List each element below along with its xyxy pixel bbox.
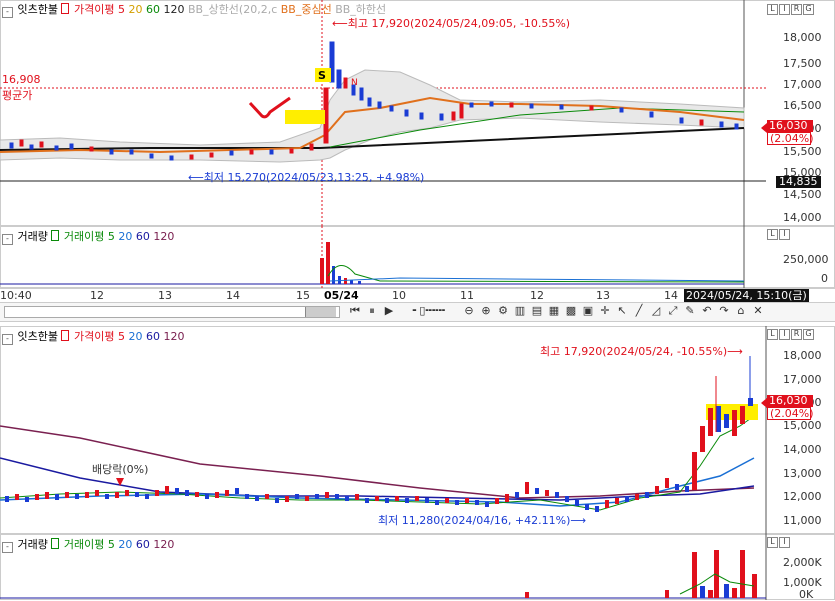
y-tick: 14,500 xyxy=(783,188,822,201)
bottom-low-annotation: 최저 11,280(2024/04/16, +42.11%)⟶ xyxy=(378,514,587,527)
x-tick: 13 xyxy=(596,289,610,302)
select-icon[interactable]: ↖ xyxy=(615,304,629,318)
price-pointer-icon xyxy=(761,398,767,408)
grid-icon[interactable]: ▩ xyxy=(564,304,578,318)
magnet-icon[interactable]: ⌂ xyxy=(734,304,748,318)
x-tick-date: 05/24 xyxy=(324,289,359,302)
n-marker: N xyxy=(351,78,358,88)
y-tick: 0K xyxy=(799,588,814,601)
top-price-axis: 18,000 17,500 17,000 16,500 16,000 15,50… xyxy=(769,0,835,226)
y-tick: 0 xyxy=(821,272,828,285)
toolbar-icons: ⏮ ⏸ ▶ ╸▯╍╍╍ ⊖ ⊕ ⚙ ▥ ▤ ▦ ▩ ▣ ✛ ↖ ╱ ◿ ⤢ ✎ ↶ ↷ ⌂ ✕ xyxy=(348,304,768,318)
y-tick: 15,500 xyxy=(783,145,822,158)
zoom-in-icon[interactable]: ⊕ xyxy=(479,304,493,318)
bottom-volume-axis: 2,000K 1,000K 0K xyxy=(769,534,835,601)
x-tick: 12 xyxy=(530,289,544,302)
trend-icon[interactable]: ⤢ xyxy=(666,304,680,318)
bottom-recent-candles xyxy=(708,356,753,436)
y-tick: 13,000 xyxy=(783,467,822,480)
scroll-track[interactable] xyxy=(4,306,340,318)
scroll-thumb[interactable] xyxy=(305,307,336,317)
x-tick: 11 xyxy=(460,289,474,302)
zoom-slider-icon[interactable]: ╸▯╍╍╍ xyxy=(399,304,459,318)
x-tick: 13 xyxy=(158,289,172,302)
dividend-label: 배당락(0%) xyxy=(92,463,149,476)
arrow-left-icon: ⟵ xyxy=(332,17,348,30)
y-tick: 15,000 xyxy=(783,419,822,432)
text-icon[interactable]: ✎ xyxy=(683,304,697,318)
cross-price-box: 14,835 xyxy=(776,176,821,188)
chart-type-icon[interactable]: ▥ xyxy=(513,304,527,318)
bottom-price-axis: 18,000 17,000 16,000 15,000 14,000 13,00… xyxy=(769,326,835,534)
undo-icon[interactable]: ↶ xyxy=(700,304,714,318)
ma120-line xyxy=(0,425,755,499)
chart-toolbar: ⏮ ⏸ ▶ ╸▯╍╍╍ ⊖ ⊕ ⚙ ▥ ▤ ▦ ▩ ▣ ✛ ↖ ╱ ◿ ⤢ ✎ ↶ ↷ ⌂ ✕ xyxy=(0,302,835,322)
top-high-annotation: ⟵최고 17,920(2024/05/24,09:05, -10.55%) xyxy=(332,17,571,30)
x-tick: 15 xyxy=(296,289,310,302)
bottom-volume-bars xyxy=(525,550,757,598)
price-pointer-icon xyxy=(761,123,767,133)
bottom-current-price-box: 16,030 (2.04%) xyxy=(761,395,814,420)
line-draw-icon[interactable]: ╱ xyxy=(632,304,646,318)
y-tick: 18,000 xyxy=(783,31,822,44)
current-change: (2.04%) xyxy=(767,132,814,145)
yellow-highlight xyxy=(285,110,325,124)
y-tick: 17,000 xyxy=(783,373,822,386)
arrow-left-icon: ⟵ xyxy=(188,171,204,184)
layout-icon[interactable]: ▦ xyxy=(547,304,561,318)
close-icon[interactable]: ✕ xyxy=(751,304,765,318)
top-low-annotation: ⟵최저 15,270(2024/05/23,13:25, +4.98%) xyxy=(188,171,425,184)
current-change: (2.04%) xyxy=(767,407,814,420)
top-volume-axis: 250,000 0 xyxy=(769,226,835,288)
arrow-right-icon: ⟶ xyxy=(570,514,587,527)
avg-price-label: 평균가 xyxy=(2,89,33,102)
x-datetime-box: 2024/05/24, 15:10(금) xyxy=(684,289,809,302)
crosshair-icon[interactable]: ✛ xyxy=(598,304,612,318)
x-axis: 10:40 12 13 14 15 05/24 10 11 12 13 14 2… xyxy=(0,288,835,303)
y-tick: 18,000 xyxy=(783,349,822,362)
current-price: 16,030 xyxy=(767,120,813,132)
export-icon[interactable]: ▣ xyxy=(581,304,595,318)
pause-icon[interactable]: ⏸ xyxy=(365,304,379,318)
x-tick: 12 xyxy=(90,289,104,302)
play-next-icon[interactable]: ▶ xyxy=(382,304,396,318)
y-tick: 11,000 xyxy=(783,514,822,527)
y-tick: 16,500 xyxy=(783,99,822,112)
shape-draw-icon[interactable]: ◿ xyxy=(649,304,663,318)
avg-price-value: 16,908 xyxy=(2,73,41,86)
indicator-icon[interactable]: ▤ xyxy=(530,304,544,318)
y-tick: 250,000 xyxy=(783,253,829,266)
top-current-price-box: 16,030 (2.04%) xyxy=(761,120,814,145)
x-tick: 10 xyxy=(392,289,406,302)
y-tick: 14,000 xyxy=(783,211,822,224)
top-price-chart[interactable]: S N xyxy=(0,0,835,226)
x-tick: 14 xyxy=(226,289,240,302)
y-tick: 2,000K xyxy=(783,556,822,569)
s-marker: S xyxy=(318,69,326,82)
top-volume-chart[interactable] xyxy=(0,226,835,288)
bottom-volume-chart[interactable] xyxy=(0,534,835,600)
y-tick: 17,500 xyxy=(783,57,822,70)
y-tick: 17,000 xyxy=(783,78,822,91)
scroll-start-icon[interactable]: ⏮ xyxy=(348,304,362,318)
zoom-out-icon[interactable]: ⊖ xyxy=(462,304,476,318)
top-volume-bars xyxy=(320,242,361,284)
current-price: 16,030 xyxy=(767,395,813,407)
settings-icon[interactable]: ⚙ xyxy=(496,304,510,318)
y-tick: 14,000 xyxy=(783,443,822,456)
x-tick: 14 xyxy=(664,289,678,302)
bottom-high-annotation: 최고 17,920(2024/05/24, -10.55%)⟶ xyxy=(540,345,743,358)
y-tick: 12,000 xyxy=(783,490,822,503)
redo-icon[interactable]: ↷ xyxy=(717,304,731,318)
x-tick: 10:40 xyxy=(0,289,32,302)
arrow-right-icon: ⟶ xyxy=(727,345,743,358)
red-check-mark xyxy=(248,96,291,119)
